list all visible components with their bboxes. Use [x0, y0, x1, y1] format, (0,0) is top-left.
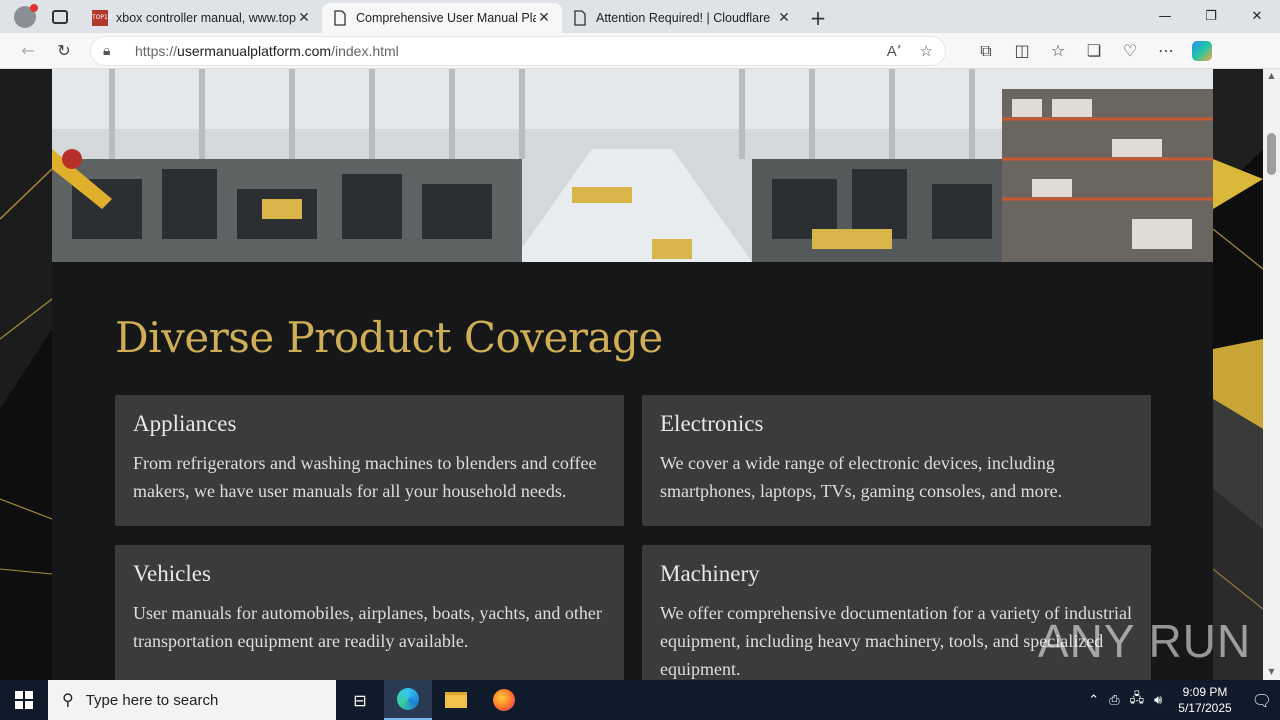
browser-toolbar: ← ↻ 🔒︎ https://usermanualplatform.com/in…: [0, 33, 1280, 69]
clock-time: 9:09 PM: [1182, 685, 1228, 699]
toolbar-extensions: ⧉ ◫ ☆ ❏ ♡ ⋯: [954, 36, 1220, 66]
close-tab-icon[interactable]: ✕: [776, 10, 792, 26]
show-hidden-icons-icon[interactable]: ⌃: [1088, 693, 1099, 708]
card-title: Machinery: [660, 561, 760, 586]
tab-xbox-controller[interactable]: TOP10 xbox controller manual, www.top ✕: [82, 3, 322, 33]
anyrun-watermark: ANY RUN: [1038, 614, 1251, 668]
page-icon: [334, 10, 346, 26]
system-tray: ⌃ ⎙ 🖧︎ 🔊︎ 9:09 PM 5/17/2025 🗨︎: [1088, 680, 1280, 720]
tab-title: Attention Required! | Cloudflare: [596, 11, 771, 25]
close-tab-icon[interactable]: ✕: [296, 10, 312, 26]
card-text: User manuals for automobiles, airplanes,…: [133, 603, 602, 651]
back-button[interactable]: ←: [10, 36, 46, 66]
more-menu-icon[interactable]: ⋯: [1148, 36, 1184, 66]
tab-title: Comprehensive User Manual Plat: [356, 11, 536, 25]
card-title: Electronics: [660, 411, 764, 436]
card-text: We cover a wide range of electronic devi…: [660, 453, 1063, 501]
section-title: Diverse Product Coverage: [115, 313, 663, 362]
window-controls: — ❐ ✕: [1142, 0, 1280, 33]
copilot-icon[interactable]: [1184, 36, 1220, 66]
browser-tab-bar: TOP10 xbox controller manual, www.top ✕ …: [0, 0, 1280, 33]
lock-icon[interactable]: 🔒︎: [103, 42, 123, 59]
network-icon[interactable]: 🖧︎: [1130, 689, 1145, 711]
card-electronics: Electronics We cover a wide range of ele…: [642, 395, 1151, 526]
search-placeholder: Type here to search: [85, 691, 219, 709]
new-tab-button[interactable]: +: [802, 3, 834, 33]
favorites-icon[interactable]: ☆: [1040, 36, 1076, 66]
clock[interactable]: 9:09 PM 5/17/2025: [1172, 684, 1237, 716]
browser-essentials-icon[interactable]: ♡: [1112, 36, 1148, 66]
card-title: Appliances: [133, 411, 237, 436]
scroll-thumb[interactable]: [1267, 133, 1276, 175]
clock-date: 5/17/2025: [1178, 701, 1232, 715]
taskbar-search-box[interactable]: ⚲ Type here to search: [48, 680, 336, 720]
edge-taskbar-icon[interactable]: [384, 680, 432, 720]
firefox-icon[interactable]: [480, 680, 528, 720]
start-button[interactable]: [0, 680, 48, 720]
factory-hero-image: [52, 69, 1213, 262]
tab-title: xbox controller manual, www.top: [116, 11, 296, 25]
scroll-down-icon[interactable]: ▼: [1263, 667, 1280, 676]
url-path: /index.html: [331, 42, 399, 59]
address-bar[interactable]: 🔒︎ https://usermanualplatform.com/index.…: [90, 35, 946, 66]
card-text: From refrigerators and washing machines …: [133, 453, 597, 501]
collections-icon[interactable]: ❏: [1076, 36, 1112, 66]
page-viewport[interactable]: Diverse Product Coverage Appliances From…: [0, 69, 1280, 680]
url-prefix: https://: [135, 42, 178, 59]
search-icon: ⚲: [62, 692, 74, 709]
read-aloud-icon[interactable]: A՚: [887, 42, 902, 60]
device-icon[interactable]: ⎙: [1109, 693, 1119, 708]
tab-actions-icon[interactable]: [52, 9, 68, 24]
minimize-button[interactable]: —: [1142, 0, 1188, 33]
scroll-up-icon[interactable]: ▲: [1263, 71, 1280, 80]
main-content: Diverse Product Coverage Appliances From…: [52, 69, 1213, 680]
windows-taskbar: ⚲ Type here to search ⊟ ⌃ ⎙ 🖧︎ 🔊︎ 9:09 P…: [0, 680, 1280, 720]
file-explorer-icon[interactable]: [432, 680, 480, 720]
refresh-button[interactable]: ↻: [46, 36, 82, 66]
task-view-icon[interactable]: ⊟: [336, 680, 384, 720]
page-icon: [574, 10, 586, 26]
close-tab-icon[interactable]: ✕: [536, 10, 552, 26]
restore-button[interactable]: ❐: [1188, 0, 1234, 33]
tab-user-manual-platform[interactable]: Comprehensive User Manual Plat ✕: [322, 3, 562, 33]
profile-icon[interactable]: [14, 3, 38, 28]
split-screen-icon[interactable]: ◫: [1004, 36, 1040, 66]
card-vehicles: Vehicles User manuals for automobiles, a…: [115, 545, 624, 680]
factory-floor-illustration: [52, 69, 1213, 262]
volume-icon[interactable]: 🔊︎: [1154, 693, 1162, 708]
page-scrollbar[interactable]: ▲ ▼: [1263, 69, 1280, 680]
watermark-text: ANY RUN: [1038, 615, 1252, 667]
notifications-icon[interactable]: 🗨︎: [1252, 691, 1272, 710]
favorite-star-icon[interactable]: ☆: [920, 42, 933, 60]
card-title: Vehicles: [133, 561, 211, 586]
tab-bar-lead: [0, 0, 82, 33]
windows-logo-icon: [15, 691, 33, 709]
extensions-icon[interactable]: ⧉: [968, 36, 1004, 66]
close-window-button[interactable]: ✕: [1234, 0, 1280, 33]
top10-favicon-icon: TOP10: [92, 10, 112, 26]
url-domain: usermanualplatform.com: [177, 42, 332, 59]
tab-cloudflare[interactable]: Attention Required! | Cloudflare ✕: [562, 3, 802, 33]
card-appliances: Appliances From refrigerators and washin…: [115, 395, 624, 526]
